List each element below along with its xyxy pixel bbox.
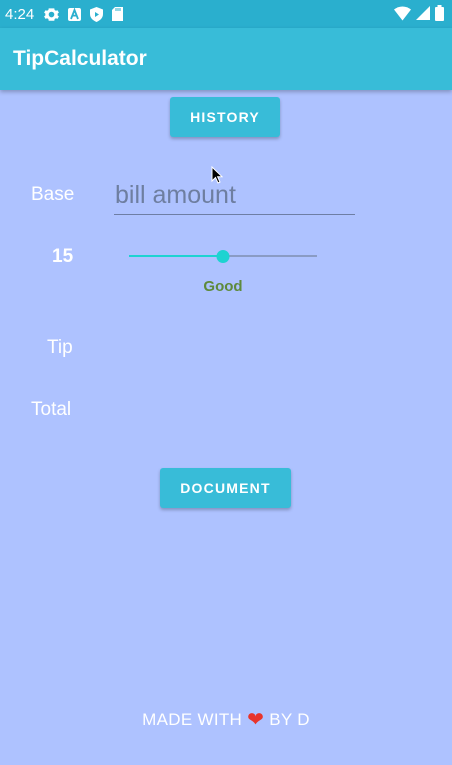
- footer-prefix: MADE WITH: [142, 710, 243, 729]
- app-title: TipCalculator: [13, 47, 147, 70]
- tip-label: Tip: [47, 337, 73, 358]
- footer-suffix: BY D: [269, 710, 310, 729]
- tip-rating-label: Good: [203, 278, 243, 295]
- wifi-icon: [394, 6, 411, 26]
- battery-icon: [435, 5, 444, 26]
- base-label: Base: [31, 184, 75, 205]
- tip-percent-slider[interactable]: [129, 248, 317, 264]
- heart-icon: ❤: [247, 709, 265, 731]
- slider-fill: [129, 255, 223, 257]
- document-button[interactable]: DOCUMENT: [160, 468, 291, 508]
- history-button[interactable]: HISTORY: [170, 97, 280, 137]
- a-letter-icon: [68, 7, 82, 21]
- app-bar: TipCalculator: [0, 28, 452, 90]
- status-time: 4:24: [5, 5, 35, 23]
- sd-card-icon: [112, 7, 124, 21]
- slider-thumb[interactable]: [216, 250, 230, 263]
- gear-icon: [44, 7, 60, 22]
- shield-icon: [90, 6, 104, 22]
- footer-credit: MADE WITH ❤ BY D: [0, 707, 452, 732]
- bill-amount-input[interactable]: [114, 176, 355, 215]
- tip-percent-label: 15: [52, 246, 74, 267]
- signal-icon: [416, 6, 430, 25]
- total-label: Total: [31, 399, 72, 420]
- status-bar: 4:24: [0, 0, 452, 28]
- mouse-cursor-icon: [211, 165, 224, 189]
